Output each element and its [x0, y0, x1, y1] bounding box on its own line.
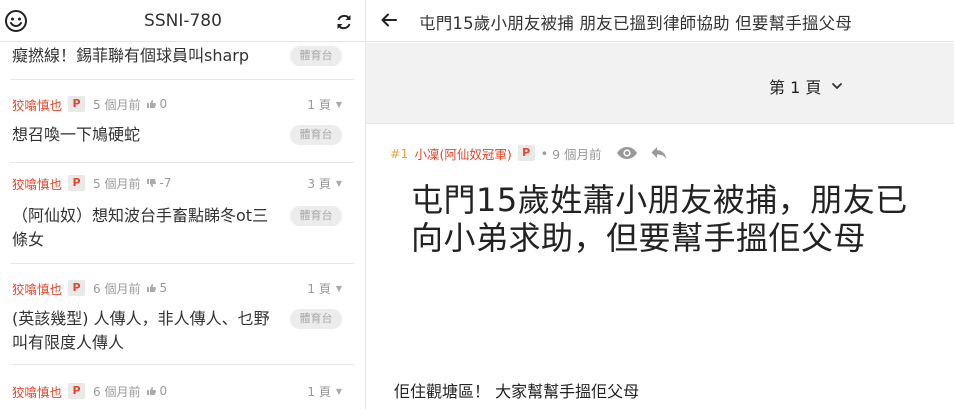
thread-item[interactable]: 狡噏慎也 P 6 個月前 0 1 頁 ▼	[10, 365, 354, 409]
app: 癡撚線！錫菲聯有個球員叫sharp 體育台 狡噏慎也 P 5 個月前 0 1 頁…	[0, 0, 954, 409]
page-select-label: 第 1 頁	[769, 78, 822, 97]
thread-pages[interactable]: 1 頁 ▼	[307, 382, 342, 400]
thread-item[interactable]: 狡噏慎也 P 6 個月前 5 1 頁 ▼ (英該幾型) 人傳人，非人傳人、乜野叫…	[10, 264, 354, 365]
thread-tag[interactable]: 體育台	[290, 309, 342, 329]
separator-dot: •	[540, 145, 549, 161]
post-meta: #1 小凜(阿仙奴冠軍) P • 9 個月前	[390, 144, 668, 162]
poster-badge: P	[517, 145, 535, 161]
caret-down-icon: ▼	[335, 386, 342, 396]
thread-time: 5 個月前	[93, 97, 141, 112]
thread-votes: 0	[146, 384, 167, 398]
thread-author[interactable]: 狡噏慎也	[12, 174, 62, 193]
thread-votes: 0	[146, 97, 167, 111]
post-time: 9 個月前	[552, 146, 602, 162]
eye-icon[interactable]	[616, 145, 638, 161]
thread-meta: 狡噏慎也 P 6 個月前 0	[12, 382, 167, 400]
back-arrow-icon[interactable]	[380, 11, 398, 29]
post-heading: 屯門15歲姓蕭小朋友被捕，朋友已向小弟求助，但要幫手搵佢父母	[411, 181, 908, 257]
thread-item[interactable]: 狡噏慎也 P 5 個月前 0 1 頁 ▼ 想召喚一下鳩硬蛇 體育台	[10, 80, 354, 163]
post-header: 屯門15歲小朋友被捕 朋友已搵到律師協助 但要幫手搵父母	[366, 0, 954, 42]
thread-tag[interactable]: 體育台	[290, 125, 342, 145]
vote-count: -7	[159, 176, 172, 190]
vote-count: 0	[159, 384, 168, 398]
post-author[interactable]: 小凜(阿仙奴冠軍)	[414, 144, 511, 163]
page-count: 1 頁	[307, 384, 331, 399]
poster-badge: P	[68, 280, 86, 296]
board-header: SSNI-780	[0, 0, 365, 42]
page-band: 第 1 頁	[366, 43, 954, 124]
page-count: 1 頁	[307, 97, 331, 112]
caret-down-icon: ▼	[335, 283, 342, 293]
page-count: 1 頁	[307, 281, 331, 296]
thumbs-up-icon	[147, 387, 157, 395]
thread-votes: -7	[146, 176, 171, 190]
reply-icon[interactable]	[650, 145, 668, 161]
chevron-down-icon	[832, 83, 843, 90]
thread-meta: 狡噏慎也 P 6 個月前 5	[12, 279, 167, 297]
thread-pages[interactable]: 3 頁 ▼	[307, 174, 342, 192]
thread-pages[interactable]: 1 頁 ▼	[307, 95, 342, 113]
poster-badge: P	[68, 383, 86, 399]
thread-title: 想召喚一下鳩硬蛇	[12, 125, 141, 144]
vote-count: 0	[159, 97, 168, 111]
thread-time: 5 個月前	[93, 176, 141, 191]
thread-author[interactable]: 狡噏慎也	[12, 279, 62, 298]
thumbs-up-icon	[147, 284, 157, 292]
thumbs-up-icon	[147, 100, 157, 108]
post-panel: 屯門15歲小朋友被捕 朋友已搵到律師協助 但要幫手搵父母 第 1 頁 #1 小凜…	[366, 0, 954, 409]
thread-author[interactable]: 狡噏慎也	[12, 382, 62, 401]
thumbs-down-icon	[147, 179, 157, 187]
board-title[interactable]: SSNI-780	[0, 11, 365, 31]
thread-meta: 狡噏慎也 P 5 個月前 0	[12, 95, 167, 113]
post-body: 佢住觀塘區！ 大家幫幫手搵佢父母	[394, 382, 640, 401]
post-title: 屯門15歲小朋友被捕 朋友已搵到律師協助 但要幫手搵父母	[419, 14, 853, 33]
page-count: 3 頁	[307, 176, 331, 191]
floor-number: #1	[390, 145, 409, 161]
caret-down-icon: ▼	[335, 99, 342, 109]
vote-count: 5	[159, 281, 168, 295]
thread-time: 6 個月前	[93, 384, 141, 399]
poster-badge: P	[68, 175, 86, 191]
thread-tag[interactable]: 體育台	[290, 206, 342, 226]
thread-author[interactable]: 狡噏慎也	[12, 95, 62, 114]
thread-item[interactable]: 狡噏慎也 P 5 個月前 -7 3 頁 ▼ （阿仙奴）想知波台手畜點睇冬ot三條…	[10, 163, 354, 264]
thread-list-panel: 癡撚線！錫菲聯有個球員叫sharp 體育台 狡噏慎也 P 5 個月前 0 1 頁…	[0, 0, 366, 409]
thread-tag[interactable]: 體育台	[290, 46, 342, 66]
thread-pages[interactable]: 1 頁 ▼	[307, 279, 342, 297]
thread-meta: 狡噏慎也 P 5 個月前 -7	[12, 174, 171, 192]
thread-title: 癡撚線！錫菲聯有個球員叫sharp	[12, 46, 250, 65]
thread-title: （阿仙奴）想知波台手畜點睇冬ot三條女	[12, 206, 269, 249]
caret-down-icon: ▼	[335, 178, 342, 188]
thread-time: 6 個月前	[93, 281, 141, 296]
poster-badge: P	[68, 96, 86, 112]
thread-votes: 5	[146, 281, 167, 295]
page-select[interactable]: 第 1 頁	[769, 74, 843, 98]
thread-title: (英該幾型) 人傳人，非人傳人、乜野叫有限度人傳人	[12, 309, 270, 352]
refresh-icon[interactable]	[334, 12, 354, 32]
